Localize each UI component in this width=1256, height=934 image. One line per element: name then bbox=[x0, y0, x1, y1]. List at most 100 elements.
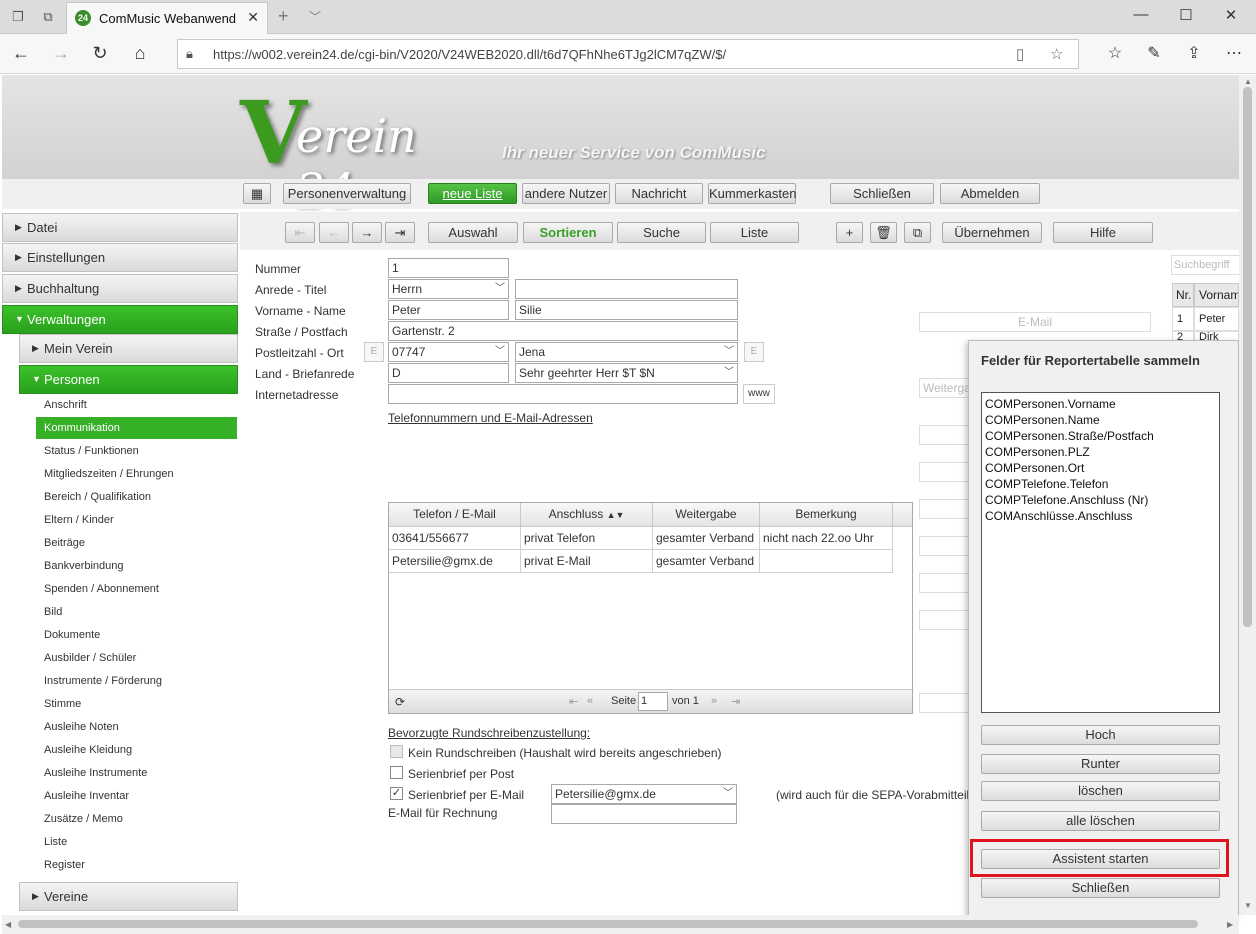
add-icon[interactable]: + bbox=[836, 222, 863, 243]
schliessen-button[interactable]: Schließen bbox=[830, 183, 934, 204]
table-cell[interactable] bbox=[760, 550, 893, 573]
list-item[interactable]: COMPersonen.Straße/Postfach bbox=[985, 428, 1216, 444]
serienbrief-email-select[interactable]: Petersilie@gmx.de ﹀ bbox=[551, 784, 737, 804]
new-tab-icon[interactable]: + bbox=[278, 6, 289, 27]
kein-rundschreiben-checkbox[interactable] bbox=[390, 745, 403, 758]
strasse-field[interactable]: Gartenstr. 2 bbox=[388, 321, 738, 341]
fields-listbox[interactable]: COMPersonen.Vorname COMPersonen.Name COM… bbox=[981, 392, 1220, 713]
url-field[interactable]: 🔒︎ https://w002.verein24.de/cgi-bin/V202… bbox=[177, 39, 1079, 69]
suche-button[interactable]: Suche bbox=[617, 222, 706, 243]
column-header-anschluss[interactable]: Anschluss ▲▼ bbox=[521, 503, 653, 527]
sidebar-subitem[interactable]: Eltern / Kinder bbox=[36, 509, 237, 531]
runter-button[interactable]: Runter bbox=[981, 754, 1220, 774]
table-cell[interactable]: 1 bbox=[1172, 307, 1194, 331]
vertical-scrollbar[interactable]: ▲ ▼ bbox=[1239, 75, 1256, 915]
last-record-icon[interactable]: ⇥ bbox=[385, 222, 415, 243]
first-record-icon[interactable]: ⇤ bbox=[285, 222, 315, 243]
table-cell[interactable]: nicht nach 22.oo Uhr bbox=[760, 527, 893, 550]
last-page-icon[interactable]: ⇥ bbox=[731, 695, 740, 708]
sidebar-subitem[interactable]: Spenden / Abonnement bbox=[36, 578, 237, 600]
favorites-list-icon[interactable]: ☆ bbox=[1104, 43, 1126, 63]
table-cell[interactable]: Petersilie@gmx.de bbox=[389, 550, 521, 573]
list-item[interactable]: COMPersonen.Name bbox=[985, 412, 1216, 428]
ort-e-button[interactable]: E bbox=[744, 342, 764, 362]
sidebar-subitem[interactable]: Ausleihe Instrumente bbox=[36, 762, 237, 784]
refresh-icon[interactable]: ⟳ bbox=[395, 695, 405, 709]
scroll-down-icon[interactable]: ▼ bbox=[1244, 901, 1252, 910]
sidebar-subitem[interactable]: Ausleihe Noten bbox=[36, 716, 237, 738]
liste-button[interactable]: Liste bbox=[710, 222, 799, 243]
plz-select[interactable]: 07747 ﹀ bbox=[388, 342, 509, 362]
sidebar-item-buchhaltung[interactable]: ▶ Buchhaltung bbox=[2, 274, 238, 303]
vorname-field[interactable]: Peter bbox=[388, 300, 509, 320]
reading-view-icon[interactable]: ▯ bbox=[1016, 45, 1024, 63]
nummer-field[interactable]: 1 bbox=[388, 258, 509, 278]
scroll-left-icon[interactable]: ◀ bbox=[5, 920, 11, 929]
sidebar-item-einstellungen[interactable]: ▶ Einstellungen bbox=[2, 243, 238, 272]
sidebar-subitem[interactable]: Kommunikation bbox=[36, 417, 237, 439]
list-item[interactable]: COMPersonen.PLZ bbox=[985, 444, 1216, 460]
ghost-field[interactable] bbox=[919, 499, 969, 519]
list-item[interactable]: COMPersonen.Ort bbox=[985, 460, 1216, 476]
sidebar-item-personen[interactable]: ▼ Personen bbox=[19, 365, 238, 394]
set-aside-tabs-icon[interactable]: ⧉ bbox=[40, 9, 56, 25]
briefanrede-select[interactable]: Sehr geehrter Herr $T $N ﹀ bbox=[515, 363, 738, 383]
sortieren-button[interactable]: Sortieren bbox=[523, 222, 613, 243]
table-cell[interactable]: gesamter Verband bbox=[653, 527, 760, 550]
first-page-icon[interactable]: ⇤ bbox=[569, 695, 578, 708]
copy-icon[interactable]: ⧉ bbox=[904, 222, 931, 243]
table-cell[interactable]: privat E-Mail bbox=[521, 550, 653, 573]
column-header-weitergabe[interactable]: Weitergabe bbox=[653, 503, 760, 527]
next-record-icon[interactable]: → bbox=[352, 222, 382, 243]
favorite-star-icon[interactable]: ☆ bbox=[1050, 45, 1063, 63]
horizontal-scrollbar[interactable]: ◀ ▶ bbox=[2, 915, 1239, 934]
scroll-thumb[interactable] bbox=[1243, 87, 1252, 627]
sidebar-subitem[interactable]: Stimme bbox=[36, 693, 237, 715]
list-item[interactable]: COMPTelefone.Telefon bbox=[985, 476, 1216, 492]
table-cell[interactable]: privat Telefon bbox=[521, 527, 653, 550]
ghost-field[interactable] bbox=[919, 693, 969, 713]
www-button[interactable]: www bbox=[743, 384, 775, 404]
table-cell[interactable]: gesamter Verband bbox=[653, 550, 760, 573]
abmelden-button[interactable]: Abmelden bbox=[940, 183, 1040, 204]
sidebar-subitem[interactable]: Liste bbox=[36, 831, 237, 853]
plz-e-button[interactable]: E bbox=[364, 342, 384, 362]
anrede-select[interactable]: Herrn ﹀ bbox=[388, 279, 509, 299]
hilfe-button[interactable]: Hilfe bbox=[1053, 222, 1153, 243]
more-icon[interactable]: ⋯ bbox=[1223, 43, 1245, 63]
sidebar-subitem[interactable]: Zusätze / Memo bbox=[36, 808, 237, 830]
sidebar-subitem[interactable]: Ausbilder / Schüler bbox=[36, 647, 237, 669]
minimize-icon[interactable]: — bbox=[1130, 6, 1152, 23]
forward-icon[interactable]: → bbox=[50, 43, 72, 64]
sidebar-subitem[interactable]: Instrumente / Förderung bbox=[36, 670, 237, 692]
ghost-field[interactable] bbox=[919, 462, 969, 482]
column-header-nr[interactable]: Nr. bbox=[1172, 283, 1194, 307]
internet-field[interactable] bbox=[388, 384, 738, 404]
column-header-telefon[interactable]: Telefon / E-Mail bbox=[389, 503, 521, 527]
share-icon[interactable]: ⇪ bbox=[1183, 43, 1205, 63]
column-header-vorname[interactable]: Vorname bbox=[1194, 283, 1239, 307]
dialog-schliessen-button[interactable]: Schließen bbox=[981, 878, 1220, 898]
andere-nutzer-button[interactable]: andere Nutzer bbox=[522, 183, 610, 204]
hoch-button[interactable]: Hoch bbox=[981, 725, 1220, 745]
sidebar-item-mein-verein[interactable]: ▶ Mein Verein bbox=[19, 334, 238, 363]
name-field[interactable]: Silie bbox=[515, 300, 738, 320]
auswahl-button[interactable]: Auswahl bbox=[428, 222, 518, 243]
ghost-field[interactable] bbox=[919, 536, 969, 556]
sidebar-item-vereine[interactable]: ▶ Vereine bbox=[19, 882, 238, 911]
list-item[interactable]: COMPersonen.Vorname bbox=[985, 396, 1216, 412]
alle-loeschen-button[interactable]: alle löschen bbox=[981, 811, 1220, 831]
sidebar-subitem[interactable]: Ausleihe Kleidung bbox=[36, 739, 237, 761]
ghost-field[interactable] bbox=[919, 573, 969, 593]
sidebar-item-datei[interactable]: ▶ Datei bbox=[2, 213, 238, 242]
sidebar-subitem[interactable]: Beiträge bbox=[36, 532, 237, 554]
sidebar-subitem[interactable]: Status / Funktionen bbox=[36, 440, 237, 462]
next-page-icon[interactable]: » bbox=[711, 695, 717, 707]
email-rechnung-field[interactable] bbox=[551, 804, 737, 824]
sidebar-subitem[interactable]: Register bbox=[36, 854, 237, 876]
land-field[interactable]: D bbox=[388, 363, 509, 383]
email-ghost-field[interactable]: E-Mail bbox=[919, 312, 1151, 332]
scroll-up-icon[interactable]: ▲ bbox=[1244, 77, 1252, 86]
tab-preview-chevron-icon[interactable]: ﹀ bbox=[309, 8, 321, 25]
pen-icon[interactable]: ✎ bbox=[1143, 43, 1165, 63]
